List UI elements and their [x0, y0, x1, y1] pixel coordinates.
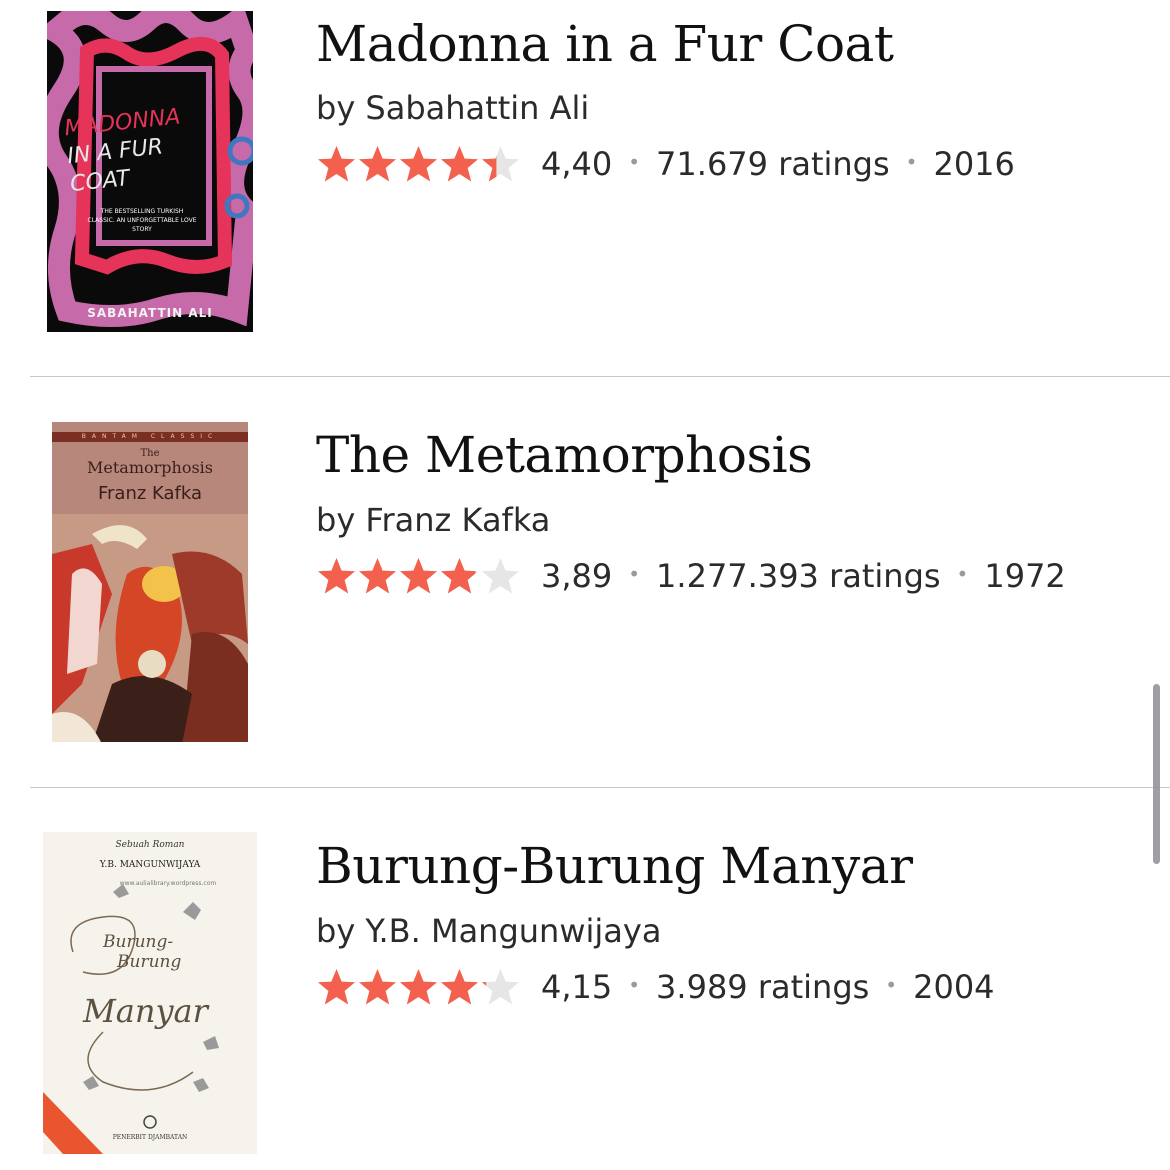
star-icon	[482, 558, 519, 594]
separator-dot: •	[628, 973, 641, 997]
publication-year: 2004	[913, 968, 995, 1006]
book-author[interactable]: by Franz Kafka	[316, 500, 550, 540]
book-meta: 4,15 • 3.989 ratings • 2004	[316, 965, 995, 1009]
book-cover[interactable]: Sebuah Roman Y.B. MANGUNWIJAYA www.aulia…	[43, 832, 257, 1154]
separator-dot: •	[628, 150, 641, 174]
cover-title: Metamorphosis	[87, 458, 213, 477]
star-icon	[359, 146, 396, 182]
book-title[interactable]: Madonna in a Fur Coat	[316, 14, 894, 74]
cover-publisher: PENERBIT DJAMBATAN	[112, 1134, 188, 1141]
cover-art	[52, 514, 248, 742]
cover-series-band: BANTAM CLASSIC	[52, 432, 248, 442]
vertical-scrollbar[interactable]	[1153, 684, 1160, 864]
book-row[interactable]: MADONNA IN A FUR COAT THE BESTSELLING TU…	[0, 0, 1170, 376]
star-icon	[318, 146, 355, 182]
star-rating	[316, 556, 521, 596]
ratings-count: 1.277.393 ratings	[656, 557, 941, 595]
star-icon	[318, 969, 355, 1005]
book-row[interactable]: BANTAM CLASSIC The Metamorphosis Franz K…	[0, 377, 1170, 787]
book-title[interactable]: The Metamorphosis	[316, 425, 813, 485]
cover-tagline: THE BESTSELLING TURKISH CLASSIC. AN UNFO…	[87, 208, 197, 233]
separator-dot: •	[628, 562, 641, 586]
separator-dot: •	[905, 150, 918, 174]
book-title[interactable]: Burung-Burung Manyar	[316, 836, 913, 896]
publication-year: 1972	[984, 557, 1066, 595]
star-icon	[441, 969, 478, 1005]
star-icon	[400, 558, 437, 594]
star-icon	[400, 969, 437, 1005]
star-icon	[318, 558, 355, 594]
cover-title: Burung- Burung	[103, 932, 182, 972]
star-icon	[482, 969, 519, 1005]
star-rating	[316, 144, 521, 184]
book-author[interactable]: by Y.B. Mangunwijaya	[316, 911, 661, 951]
cover-title-large: Manyar	[83, 992, 208, 1030]
ratings-count: 71.679 ratings	[656, 145, 890, 183]
star-icon	[400, 146, 437, 182]
book-meta: 4,40 • 71.679 ratings • 2016	[316, 142, 1015, 186]
average-rating: 3,89	[541, 557, 613, 595]
star-icon	[441, 146, 478, 182]
publication-year: 2016	[933, 145, 1015, 183]
book-cover[interactable]: MADONNA IN A FUR COAT THE BESTSELLING TU…	[47, 11, 253, 332]
star-rating	[316, 967, 521, 1007]
star-icon	[359, 558, 396, 594]
cover-author: SABAHATTIN ALI	[87, 306, 213, 320]
separator-dot: •	[956, 562, 969, 586]
star-icon	[482, 146, 519, 182]
book-row[interactable]: Sebuah Roman Y.B. MANGUNWIJAYA www.aulia…	[0, 788, 1170, 1170]
book-cover[interactable]: BANTAM CLASSIC The Metamorphosis Franz K…	[52, 422, 248, 742]
ratings-count: 3.989 ratings	[656, 968, 870, 1006]
average-rating: 4,15	[541, 968, 613, 1006]
star-icon	[359, 969, 396, 1005]
book-meta: 3,89 • 1.277.393 ratings • 1972	[316, 554, 1066, 598]
book-author[interactable]: by Sabahattin Ali	[316, 88, 589, 128]
star-icon	[441, 558, 478, 594]
average-rating: 4,40	[541, 145, 613, 183]
cover-author: Franz Kafka	[97, 483, 203, 504]
separator-dot: •	[885, 973, 898, 997]
